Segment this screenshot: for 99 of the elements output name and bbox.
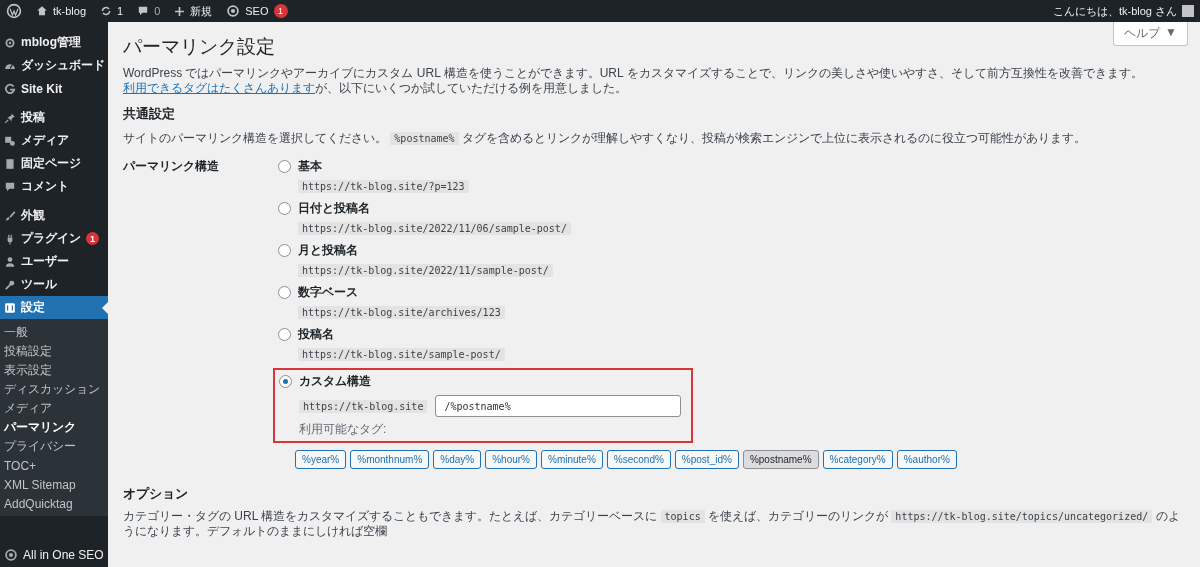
tag-button[interactable]: %second% [606, 450, 671, 469]
g-letter-icon [4, 82, 16, 95]
radio-button[interactable] [278, 286, 291, 299]
intro-paragraph: WordPress ではパーマリンクやアーカイブにカスタム URL 構造を使うことができます。URL をカスタマイズすることで、リンクの美しさや使いやすさ、そして前方互換性を改善できます。 利用できるタグはたくさんありますが、以下にいくつか試していただける例を用意しました。 [123, 66, 1144, 96]
section-heading: 共通設定 [123, 105, 176, 123]
tags-label: 利用可能なタグ: [299, 421, 388, 438]
menu-item[interactable]: プラグイン 1 [0, 227, 108, 250]
custom-structure-field[interactable]: /%postname% [435, 395, 682, 417]
section-heading: オプション [123, 485, 189, 503]
greeting-link[interactable]: こんにちは、tk-blog さん [1052, 3, 1177, 19]
tag-button[interactable]: %monthnum% [350, 450, 430, 469]
option-label: カスタム構造 [299, 373, 371, 390]
submenu-item[interactable]: パーマリンク [0, 418, 108, 437]
update-count[interactable]: 1 [117, 5, 124, 17]
section-description: カテゴリー・タグの URL 構造をカスタマイズすることもできます。たとえば、カテゴリーベースに topics を使えば、カテゴリーのリンクが https://tk-blog.site/topics/uncategorized/ のようになります。デフォルトのままにしければ空欄 [123, 509, 1181, 539]
tag-button[interactable]: %author% [896, 450, 957, 469]
radio-button[interactable] [278, 244, 291, 257]
radio-button[interactable] [278, 160, 291, 173]
wrench-icon [4, 278, 16, 291]
menu-label: 固定ページ [21, 155, 81, 172]
radio-button[interactable] [278, 202, 291, 215]
site-name-link[interactable]: tk-blog [53, 5, 87, 17]
menu-item[interactable]: 外観 [0, 204, 108, 227]
menu-label: ユーザー [21, 253, 69, 270]
media-icon [4, 134, 16, 147]
submenu-item[interactable]: AddQuicktag [0, 494, 108, 513]
user-icon [4, 255, 16, 268]
refresh-icon [100, 5, 113, 17]
tag-button[interactable]: %day% [433, 450, 482, 469]
menu-item[interactable]: メディア [0, 129, 108, 152]
tag-button[interactable]: %hour% [485, 450, 537, 469]
menu-item[interactable]: ツール [0, 273, 108, 296]
help-label: ヘルプ [1124, 25, 1161, 42]
menu-label: 投稿 [21, 109, 45, 126]
option-label: 数字ベース [298, 284, 358, 301]
tags-link[interactable]: 利用できるタグはたくさんあります [123, 81, 315, 95]
menu-item[interactable]: Site Kit [0, 77, 108, 100]
brush-icon [4, 209, 16, 222]
url-example: https://tk-blog.site/sample-post/ [298, 348, 505, 361]
url-prefix: https://tk-blog.site [299, 399, 428, 413]
page-icon [4, 157, 16, 170]
menu-label: プラグイン [21, 230, 81, 247]
menu-label: 外観 [21, 207, 45, 224]
option-label: 月と投稿名 [298, 242, 358, 259]
tag-button[interactable]: %postname% [742, 450, 819, 469]
menu-label: コメント [21, 178, 69, 195]
tag-button[interactable]: %minute% [541, 450, 603, 469]
plus-icon [174, 5, 186, 17]
option-label: 基本 [298, 158, 322, 175]
field-label: パーマリンク構造 [123, 158, 220, 175]
menu-label: 設定 [21, 299, 45, 316]
menu-item[interactable]: 投稿 [0, 106, 108, 129]
menu-label: All in One SEO [23, 548, 104, 562]
menu-item[interactable]: 固定ページ [0, 152, 108, 175]
menu-item[interactable]: ユーザー [0, 250, 108, 273]
submenu-item[interactable]: TOC+ [0, 456, 108, 475]
menu-item[interactable]: 設定 [0, 296, 108, 319]
url-example: https://tk-blog.site/2022/11/sample-post/ [298, 264, 553, 277]
submenu-item[interactable]: メディア [0, 399, 108, 418]
new-link[interactable]: 新規 [190, 3, 213, 19]
url-example: https://tk-blog.site/2022/11/06/sample-post/ [298, 222, 571, 235]
submenu-item[interactable]: 表示設定 [0, 361, 108, 380]
section-description: サイトのパーマリンク構造を選択してください。 %postname% タグを含めるとリンクが理解しやすくなり、投稿が検索エンジンで上位に表示されるのに役立つ可能性があります。 [123, 131, 1087, 146]
option-label: 日付と投稿名 [298, 200, 370, 217]
submenu-item[interactable]: 一般 [0, 323, 108, 342]
help-button[interactable]: ヘルプ ▼ [1113, 22, 1188, 46]
submenu-item[interactable]: XML Sitemap [0, 475, 108, 494]
menu-label: メディア [21, 132, 69, 149]
wordpress-logo-icon [6, 3, 22, 19]
submenu-item[interactable]: プライバシー [0, 437, 108, 456]
notification-badge: 1 [273, 4, 288, 18]
seo-menu-link[interactable]: SEO [245, 5, 269, 17]
home-icon [36, 5, 48, 17]
option-label: 投稿名 [298, 326, 334, 343]
avatar-icon [1182, 5, 1194, 17]
menu-item[interactable]: mblog管理 [0, 31, 108, 54]
menu-label: ダッシュボード [21, 57, 105, 74]
caret-icon: ▼ [1165, 25, 1177, 42]
speech-bubble-icon [4, 180, 16, 193]
count-badge: 1 [86, 232, 99, 245]
radio-button[interactable] [279, 375, 292, 388]
menu-item[interactable]: コメント [0, 175, 108, 198]
tag-button[interactable]: %post_id% [674, 450, 739, 469]
tag-button[interactable]: %category% [822, 450, 893, 469]
menu-item[interactable]: ダッシュボード [0, 54, 108, 77]
url-example: https://tk-blog.site/?p=123 [298, 180, 469, 193]
submenu-item[interactable]: ディスカッション [0, 380, 108, 399]
speech-bubble-icon [137, 5, 150, 17]
menu-label: mblog管理 [21, 34, 81, 51]
menu-label: Site Kit [21, 81, 63, 96]
page-title: パーマリンク設定 [123, 34, 275, 59]
comment-count[interactable]: 0 [154, 5, 161, 17]
radio-button[interactable] [278, 328, 291, 341]
submenu-item[interactable]: 投稿設定 [0, 342, 108, 361]
pin-icon [4, 111, 16, 124]
settings-icon [4, 301, 16, 314]
url-example: https://tk-blog.site/archives/123 [298, 306, 505, 319]
tag-button[interactable]: %year% [295, 450, 347, 469]
menu-label: ツール [21, 276, 57, 293]
